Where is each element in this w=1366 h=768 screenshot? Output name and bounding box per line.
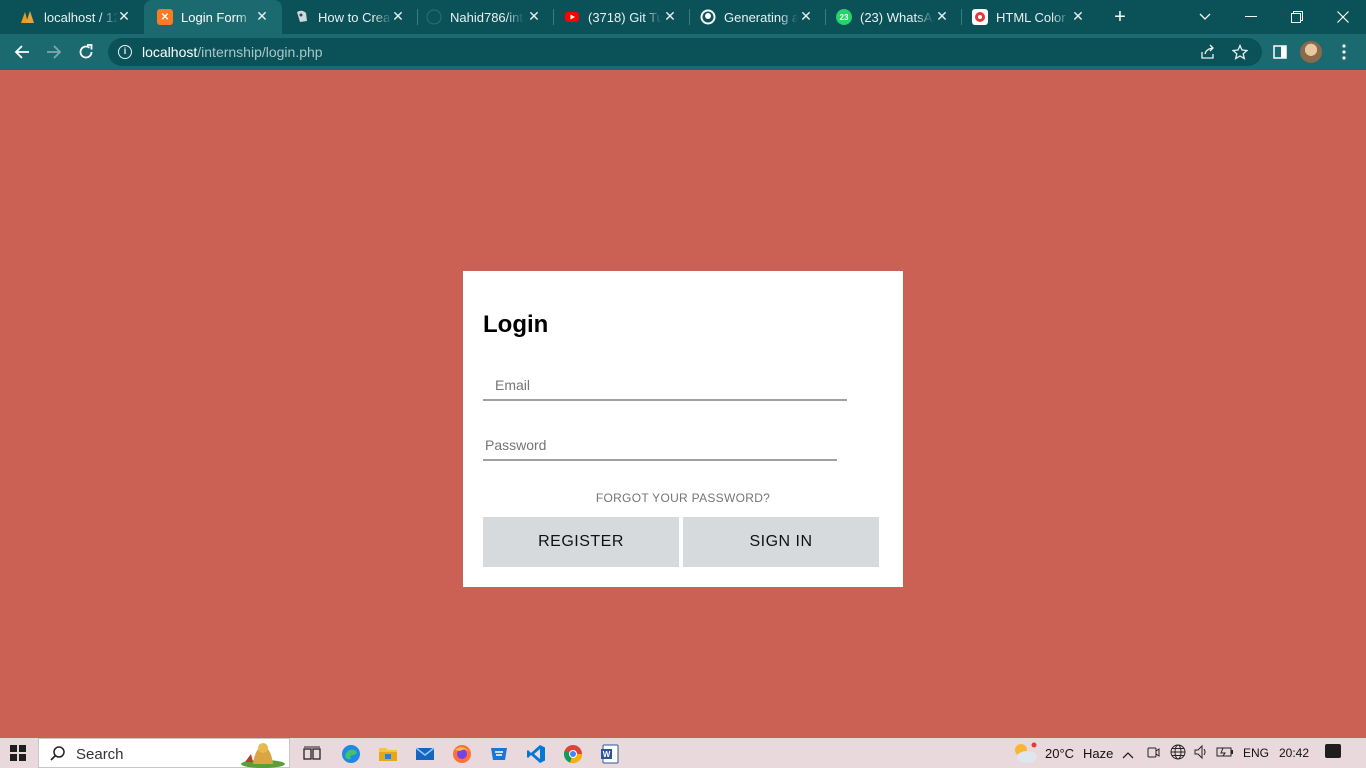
tray-overflow-chevron-icon[interactable] bbox=[1122, 747, 1134, 762]
tab-phpmyadmin[interactable]: localhost / 12 ✕ bbox=[0, 0, 144, 34]
close-window-button[interactable] bbox=[1320, 0, 1366, 34]
battery-icon[interactable] bbox=[1216, 744, 1234, 763]
tab-youtube[interactable]: (3718) Git Tut ✕ bbox=[554, 0, 690, 34]
tab-search-chevron-icon[interactable] bbox=[1182, 0, 1228, 34]
volume-icon[interactable] bbox=[1193, 744, 1209, 763]
password-field[interactable] bbox=[483, 431, 837, 461]
share-icon[interactable] bbox=[1198, 42, 1218, 62]
taskbar-clock[interactable]: 20:42 bbox=[1279, 746, 1309, 760]
sign-in-button[interactable]: SIGN IN bbox=[683, 517, 879, 567]
github-icon bbox=[426, 9, 442, 25]
close-icon[interactable]: ✕ bbox=[526, 8, 542, 24]
email-field[interactable] bbox=[483, 371, 847, 401]
close-icon[interactable]: ✕ bbox=[116, 8, 132, 24]
login-card: Login FORGOT YOUR PASSWORD? REGISTER SIG… bbox=[463, 271, 903, 587]
tab-title: Nahid786/inte bbox=[450, 9, 524, 25]
tutorial-icon bbox=[294, 9, 310, 25]
close-icon[interactable]: ✕ bbox=[254, 8, 270, 24]
reload-button[interactable] bbox=[74, 40, 98, 64]
side-panel-icon[interactable] bbox=[1270, 42, 1290, 62]
weather-condition[interactable]: Haze bbox=[1083, 746, 1113, 761]
url-text: localhost/internship/login.php bbox=[142, 44, 323, 60]
close-icon[interactable]: ✕ bbox=[798, 8, 814, 24]
notification-center-icon[interactable] bbox=[1325, 744, 1341, 758]
browser-toolbar: i localhost/internship/login.php bbox=[0, 34, 1366, 70]
forward-button[interactable] bbox=[42, 40, 66, 64]
mail-app-icon[interactable] bbox=[414, 743, 436, 765]
tab-title: Login Form bbox=[181, 9, 247, 25]
meet-now-icon[interactable] bbox=[1146, 744, 1160, 763]
tab-title: Generating a bbox=[724, 9, 798, 25]
search-icon bbox=[49, 745, 67, 768]
close-icon[interactable]: ✕ bbox=[390, 8, 406, 24]
screen-sketch-app-icon[interactable] bbox=[488, 743, 510, 765]
tab-title: localhost / 12 bbox=[44, 9, 118, 25]
address-bar[interactable]: i localhost/internship/login.php bbox=[108, 38, 1262, 66]
tab-title: How to Creat bbox=[318, 9, 392, 25]
phpmyadmin-icon bbox=[20, 9, 36, 25]
vscode-app-icon[interactable] bbox=[525, 743, 547, 765]
tab-html-color[interactable]: HTML Color C ✕ bbox=[962, 0, 1098, 34]
bookmark-star-icon[interactable] bbox=[1230, 42, 1250, 62]
input-language[interactable]: ENG bbox=[1243, 746, 1269, 760]
task-view-icon[interactable] bbox=[301, 743, 323, 765]
tab-github-repo[interactable]: Nahid786/inte ✕ bbox=[418, 0, 554, 34]
minimize-button[interactable] bbox=[1228, 0, 1274, 34]
weather-temperature[interactable]: 20°C bbox=[1045, 746, 1074, 761]
tab-title: HTML Color C bbox=[996, 9, 1070, 25]
windows-start-button[interactable] bbox=[10, 745, 26, 761]
color-picker-icon bbox=[972, 9, 988, 25]
svg-text:W: W bbox=[603, 750, 611, 759]
menu-kebab-icon[interactable] bbox=[1334, 42, 1354, 62]
chrome-app-icon[interactable] bbox=[562, 743, 584, 765]
file-explorer-icon[interactable] bbox=[377, 743, 399, 765]
restore-button[interactable] bbox=[1274, 0, 1320, 34]
edge-app-icon[interactable] bbox=[340, 743, 362, 765]
firefox-app-icon[interactable] bbox=[451, 743, 473, 765]
word-app-icon[interactable]: W bbox=[599, 743, 621, 765]
close-icon[interactable]: ✕ bbox=[1070, 8, 1086, 24]
taskbar-search-box[interactable]: Search bbox=[38, 738, 290, 768]
forgot-password-link[interactable]: FORGOT YOUR PASSWORD? bbox=[463, 491, 903, 505]
tab-login-form[interactable]: ✕ Login Form ✕ bbox=[144, 0, 282, 34]
whatsapp-icon: 23 bbox=[836, 9, 852, 25]
tab-title: (23) WhatsAp bbox=[860, 9, 934, 25]
weather-icon[interactable] bbox=[1012, 741, 1038, 768]
xampp-icon: ✕ bbox=[157, 9, 173, 25]
tab-whatsapp[interactable]: 23 (23) WhatsAp ✕ bbox=[826, 0, 962, 34]
login-heading: Login bbox=[483, 311, 549, 338]
new-tab-button[interactable]: + bbox=[1109, 6, 1131, 28]
network-globe-icon[interactable] bbox=[1170, 744, 1186, 763]
register-button[interactable]: REGISTER bbox=[483, 517, 679, 567]
close-icon[interactable]: ✕ bbox=[934, 8, 950, 24]
search-highlight-illustration-icon bbox=[241, 743, 285, 768]
tab-title: (3718) Git Tut bbox=[588, 9, 662, 25]
github-icon bbox=[700, 9, 716, 25]
tab-how-to-create[interactable]: How to Creat ✕ bbox=[282, 0, 418, 34]
back-button[interactable] bbox=[10, 40, 34, 64]
taskbar: Search W 20°C Haze ENG 20:42 bbox=[0, 738, 1366, 768]
profile-avatar[interactable] bbox=[1300, 41, 1322, 63]
site-info-icon[interactable]: i bbox=[118, 45, 132, 59]
browser-tabstrip: localhost / 12 ✕ ✕ Login Form ✕ How to C… bbox=[0, 0, 1366, 34]
search-label: Search bbox=[76, 746, 124, 763]
youtube-icon bbox=[564, 9, 580, 25]
tab-github-ssh[interactable]: Generating a ✕ bbox=[690, 0, 826, 34]
close-icon[interactable]: ✕ bbox=[662, 8, 678, 24]
